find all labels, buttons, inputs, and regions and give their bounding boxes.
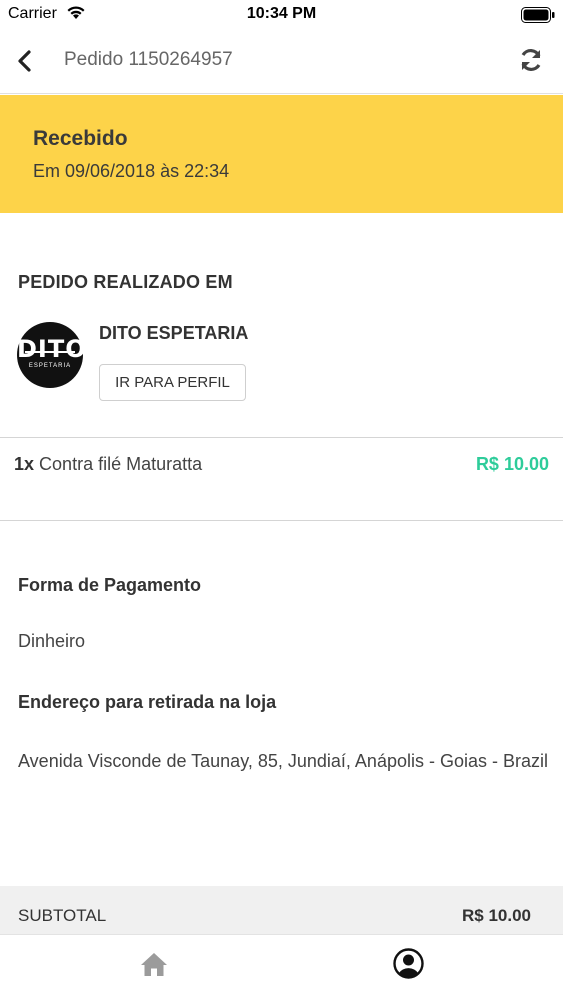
refresh-icon[interactable] bbox=[517, 46, 545, 74]
item-price: R$ 10.00 bbox=[475, 454, 549, 474]
clock: 10:34 PM bbox=[246, 5, 317, 22]
item-quantity: 1x bbox=[14, 454, 35, 474]
battery-icon bbox=[521, 7, 555, 23]
store-section-label: PEDIDO REALIZADO EM bbox=[18, 272, 233, 292]
order-status-title: Recebido bbox=[33, 127, 128, 150]
item-name: Contra filé Maturatta bbox=[39, 454, 203, 474]
home-icon[interactable] bbox=[140, 951, 168, 977]
user-icon[interactable] bbox=[393, 948, 424, 979]
subtotal-bar: SUBTOTAL R$ 10.00 bbox=[0, 886, 563, 936]
order-item-row: 1x Contra filé Maturatta R$ 10.00 bbox=[14, 454, 549, 480]
store-logo-subtext: ESPETARIA bbox=[28, 363, 72, 369]
subtotal-label: SUBTOTAL bbox=[18, 906, 107, 925]
tab-bar bbox=[0, 934, 563, 1000]
payment-label: Forma de Pagamento bbox=[18, 575, 202, 595]
order-status-banner: Recebido Em 09/06/2018 às 22:34 bbox=[0, 95, 563, 213]
store-name: DITO ESPETARIA bbox=[99, 323, 249, 343]
status-bar: Carrier 10:34 PM bbox=[0, 0, 563, 30]
payment-value: Dinheiro bbox=[18, 631, 86, 651]
chevron-left-icon[interactable] bbox=[14, 48, 36, 74]
store-logo-text: DITO bbox=[17, 335, 87, 363]
go-to-profile-button[interactable]: IR PARA PERFIL bbox=[99, 364, 246, 401]
subtotal-value: R$ 10.00 bbox=[462, 906, 531, 925]
divider bbox=[0, 437, 563, 438]
store-logo: DITO ESPETARIA bbox=[17, 322, 87, 388]
page-title: Pedido 1150264957 bbox=[64, 49, 233, 70]
address-label: Endereço para retirada na loja bbox=[18, 692, 277, 712]
divider bbox=[0, 520, 563, 521]
order-status-date: Em 09/06/2018 às 22:34 bbox=[33, 161, 230, 181]
address-value: Avenida Visconde de Taunay, 85, Jundiaí,… bbox=[18, 751, 548, 771]
logo-line bbox=[25, 351, 75, 353]
nav-bar: Pedido 1150264957 bbox=[0, 30, 563, 94]
